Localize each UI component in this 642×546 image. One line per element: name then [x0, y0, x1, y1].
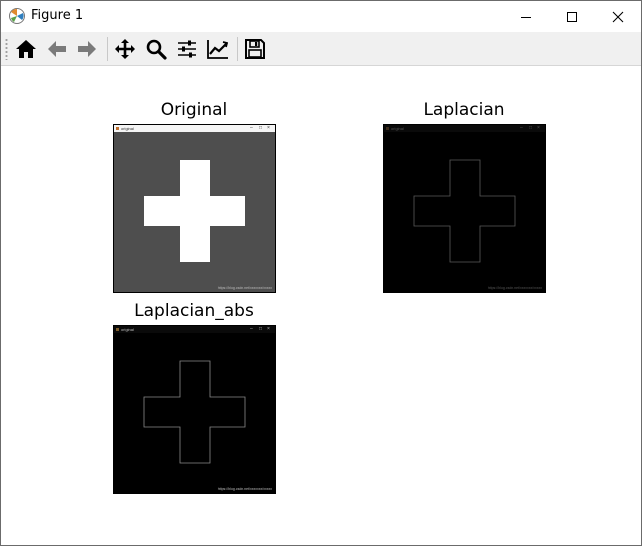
matplotlib-app-icon	[9, 8, 25, 24]
image-watermark: https://blog.csdn.net/xxxxxxx/xxxxx	[487, 286, 542, 290]
image-watermark: https://blog.csdn.net/xxxxxxx/xxxxx	[217, 286, 272, 290]
forward-button[interactable]	[73, 35, 101, 63]
embedded-window-titlebar: original – □ ×	[384, 125, 545, 132]
embedded-window-title: original	[121, 126, 134, 131]
back-arrow-icon	[48, 41, 66, 57]
configure-subplots-icon	[178, 40, 196, 58]
back-button[interactable]	[43, 35, 71, 63]
close-icon	[612, 11, 624, 22]
cross-shape-filled	[144, 160, 245, 262]
navigation-toolbar	[1, 32, 641, 66]
subplot-image-laplacian-abs[interactable]: original – □ × https://blog.csdn.net/xxx…	[113, 325, 276, 494]
title-bar[interactable]: Figure 1	[1, 1, 641, 32]
zoom-icon	[146, 39, 167, 60]
embedded-app-icon	[386, 127, 389, 130]
embedded-close-icon: ×	[267, 326, 270, 332]
embedded-maximize-icon: □	[259, 326, 263, 332]
save-button[interactable]	[241, 35, 269, 63]
subplot-title-laplacian: Laplacian	[423, 100, 505, 120]
home-icon	[16, 40, 36, 58]
embedded-close-icon: ×	[267, 125, 270, 131]
toolbar-separator	[237, 37, 238, 61]
pan-button[interactable]	[111, 35, 139, 63]
zoom-button[interactable]	[142, 35, 170, 63]
subplot-title-laplacian-abs: Laplacian_abs	[134, 301, 254, 321]
embedded-close-icon: ×	[537, 125, 540, 131]
subplot-title-original: Original	[160, 100, 228, 120]
edit-axis-icon	[207, 40, 229, 59]
close-button[interactable]	[595, 1, 641, 32]
cross-shape-outline	[413, 159, 516, 263]
embedded-maximize-icon: □	[529, 125, 533, 131]
embedded-window-titlebar: original – □ ×	[114, 125, 275, 132]
edit-axis-button[interactable]	[204, 35, 232, 63]
embedded-maximize-icon: □	[259, 125, 263, 131]
embedded-window-titlebar: original – □ ×	[114, 326, 275, 333]
embedded-minimize-icon: –	[250, 125, 253, 131]
cross-shape-outline	[143, 360, 246, 464]
toolbar-separator	[107, 37, 108, 61]
embedded-app-icon	[116, 328, 119, 331]
configure-subplots-button[interactable]	[173, 35, 201, 63]
subplot-image-laplacian[interactable]: original – □ × https://blog.csdn.net/xxx…	[383, 124, 546, 293]
maximize-button[interactable]	[549, 1, 595, 32]
embedded-window-title: original	[121, 327, 134, 332]
window-title: Figure 1	[31, 8, 84, 23]
forward-arrow-icon	[78, 41, 96, 57]
home-button[interactable]	[12, 35, 40, 63]
embedded-minimize-icon: –	[520, 125, 523, 131]
embedded-app-icon	[116, 127, 119, 130]
pan-icon	[115, 39, 135, 59]
minimize-button[interactable]	[503, 1, 549, 32]
toolbar-grip[interactable]	[5, 38, 8, 60]
figure-window: Figure 1 Original original – □ × https:/…	[0, 0, 642, 546]
maximize-icon	[567, 11, 577, 22]
embedded-window-title: original	[391, 126, 404, 131]
subplot-image-original[interactable]: original – □ × https://blog.csdn.net/xxx…	[113, 124, 276, 293]
image-watermark: https://blog.csdn.net/xxxxxxx/xxxxx	[217, 487, 272, 491]
minimize-icon	[521, 16, 531, 18]
figure-canvas[interactable]: Original original – □ × https://blog.csd…	[1, 66, 641, 545]
save-icon	[245, 39, 265, 59]
embedded-minimize-icon: –	[250, 326, 253, 332]
